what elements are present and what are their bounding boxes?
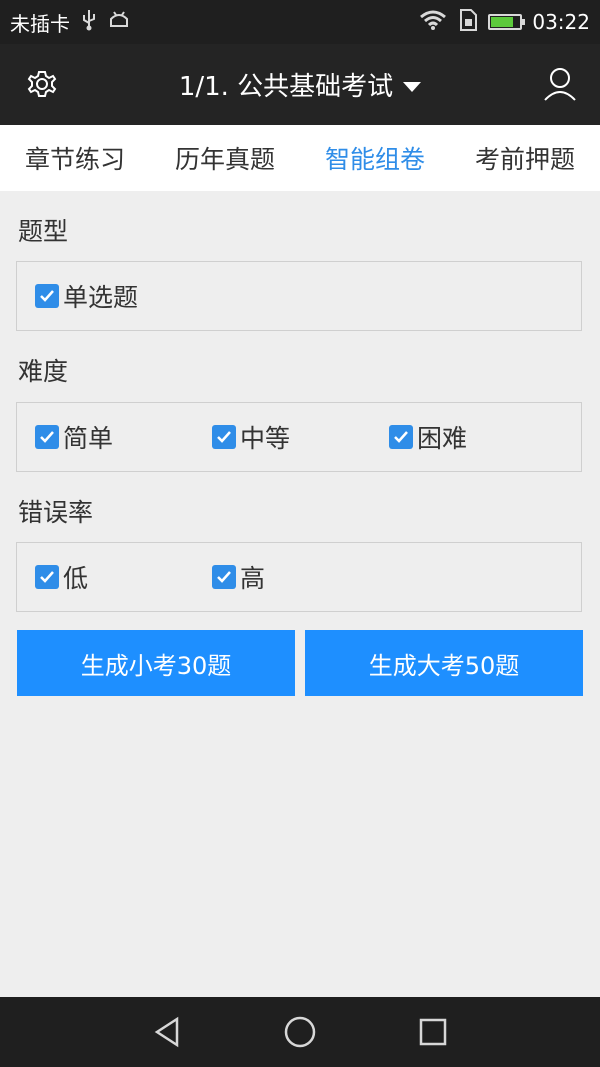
checkbox-checked-icon [35, 565, 59, 589]
sim-icon [458, 8, 478, 36]
android-icon [108, 10, 130, 35]
checkbox-checked-icon [212, 425, 236, 449]
checkbox-label: 中等 [240, 424, 291, 453]
recent-apps-icon[interactable] [415, 1014, 451, 1050]
status-bar: 未插卡 03:22 [0, 0, 600, 44]
tab-smart-paper[interactable]: 智能组卷 [300, 140, 450, 176]
home-icon[interactable] [282, 1014, 318, 1050]
checkbox-checked-icon [35, 284, 59, 308]
checkbox-easy[interactable]: 简单 [35, 403, 113, 471]
checkbox-low[interactable]: 低 [35, 543, 88, 611]
status-time: 03:22 [532, 10, 590, 34]
battery-icon [488, 14, 526, 30]
page-title: 1/1. 公共基础考试 [178, 72, 394, 102]
gear-icon[interactable] [20, 62, 64, 106]
error-rate-options: 低 高 [16, 542, 582, 612]
checkbox-label: 低 [63, 564, 89, 593]
carrier-text: 未插卡 [10, 11, 70, 36]
app-bar: 1/1. 公共基础考试 [0, 44, 600, 125]
tab-bar: 章节练习 历年真题 智能组卷 考前押题 [0, 125, 600, 191]
checkbox-high[interactable]: 高 [212, 543, 265, 611]
tab-past-exams[interactable]: 历年真题 [150, 140, 300, 176]
checkbox-medium[interactable]: 中等 [212, 403, 290, 471]
app-title-dropdown[interactable]: 1/1. 公共基础考试 [178, 66, 422, 103]
wifi-icon [418, 9, 448, 36]
type-options: 单选题 [16, 261, 582, 331]
section-title-difficulty: 难度 [18, 357, 69, 386]
checkbox-label: 单选题 [63, 283, 139, 312]
generate-small-exam-button[interactable]: 生成小考30题 [17, 630, 295, 696]
section-title-type: 题型 [18, 217, 69, 246]
tab-predicted-questions[interactable]: 考前押题 [450, 140, 600, 176]
back-icon[interactable] [149, 1014, 185, 1050]
checkbox-label: 困难 [417, 424, 468, 453]
checkbox-label: 高 [240, 564, 266, 593]
section-title-error-rate: 错误率 [18, 498, 94, 527]
user-icon[interactable] [538, 62, 582, 106]
checkbox-single-choice[interactable]: 单选题 [35, 262, 138, 330]
dropdown-icon [403, 81, 422, 92]
checkbox-checked-icon [389, 425, 413, 449]
checkbox-checked-icon [35, 425, 59, 449]
checkbox-label: 简单 [63, 424, 114, 453]
usb-icon [80, 9, 98, 36]
checkbox-checked-icon [212, 565, 236, 589]
checkbox-hard[interactable]: 困难 [389, 403, 467, 471]
difficulty-options: 简单 中等 困难 [16, 402, 582, 472]
generate-big-exam-button[interactable]: 生成大考50题 [305, 630, 583, 696]
system-nav-bar [0, 997, 600, 1067]
tab-chapter-practice[interactable]: 章节练习 [0, 140, 150, 176]
